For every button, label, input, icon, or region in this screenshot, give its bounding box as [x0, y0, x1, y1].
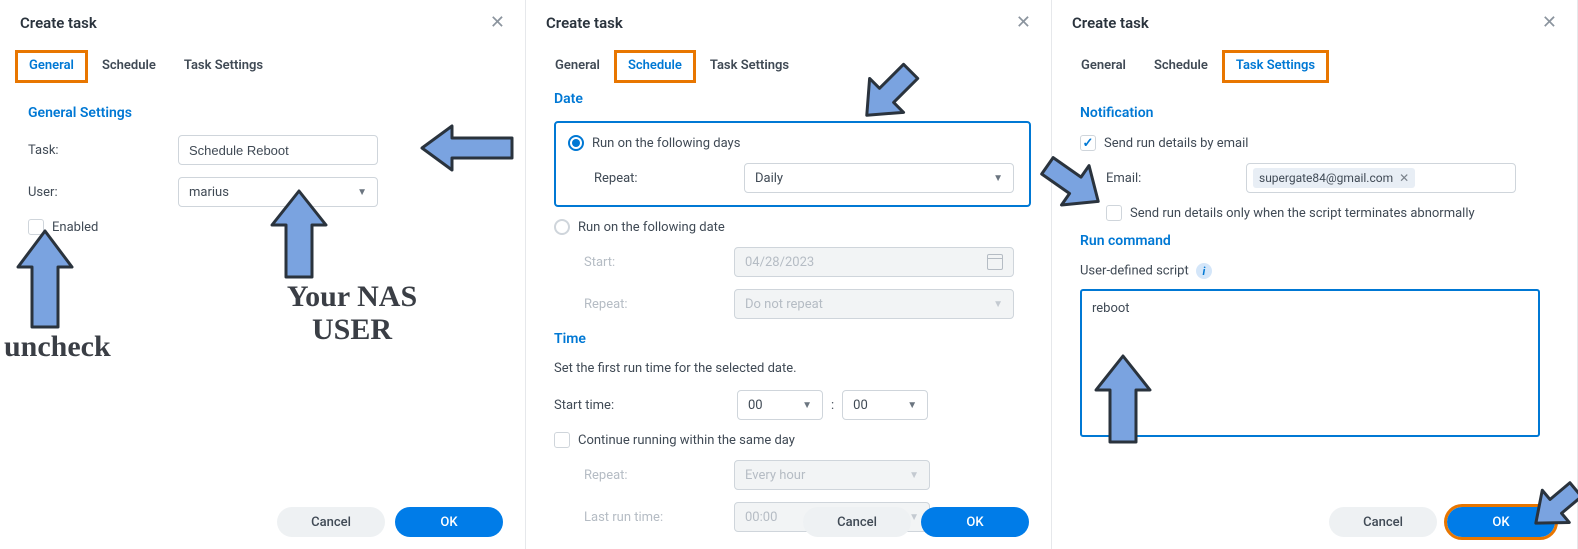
- remove-tag-icon[interactable]: ✕: [1399, 171, 1409, 185]
- close-icon[interactable]: ✕: [490, 14, 505, 32]
- email-field[interactable]: supergate84@gmail.com ✕: [1246, 163, 1516, 193]
- repeat-label: Repeat:: [594, 171, 734, 186]
- chevron-down-icon: ▼: [357, 187, 367, 198]
- start-date-field: 04/28/2023: [734, 247, 1014, 277]
- start-minute-select[interactable]: 00 ▼: [842, 390, 928, 420]
- time-helper-text: Set the first run time for the selected …: [554, 361, 1031, 376]
- annotation-arrow-up-icon: [10, 225, 80, 335]
- time-colon: :: [831, 398, 834, 413]
- pane-schedule: Create task ✕ General Schedule Task Sett…: [526, 0, 1052, 549]
- repeat-select-disabled: Do not repeat ▼: [734, 289, 1014, 319]
- dialog-title: Create task: [20, 14, 97, 32]
- repeat-select-value: Daily: [755, 171, 783, 186]
- cancel-button[interactable]: Cancel: [803, 507, 911, 537]
- radio-run-following-days[interactable]: [568, 135, 584, 151]
- info-icon[interactable]: i: [1196, 263, 1212, 279]
- calendar-icon: [987, 254, 1003, 270]
- tabs: General Schedule Task Settings: [0, 42, 525, 83]
- close-icon[interactable]: ✕: [1016, 14, 1031, 32]
- tab-task-settings[interactable]: Task Settings: [1222, 50, 1329, 83]
- user-label: User:: [28, 185, 168, 200]
- titlebar: Create task ✕: [0, 0, 525, 42]
- tab-schedule[interactable]: Schedule: [614, 50, 696, 83]
- send-email-checkbox[interactable]: [1080, 135, 1096, 151]
- chevron-down-icon: ▼: [907, 400, 917, 411]
- section-notification: Notification: [1080, 105, 1557, 121]
- titlebar: Create task ✕: [1052, 0, 1577, 42]
- chevron-down-icon: ▼: [993, 299, 1003, 310]
- cancel-button[interactable]: Cancel: [277, 507, 385, 537]
- user-select[interactable]: marius ▼: [178, 177, 378, 207]
- tab-schedule[interactable]: Schedule: [88, 50, 170, 83]
- repeat-select[interactable]: Daily ▼: [744, 163, 1014, 193]
- chevron-down-icon: ▼: [993, 173, 1003, 184]
- radio-run-following-date-label: Run on the following date: [578, 220, 725, 235]
- tab-general[interactable]: General: [15, 50, 88, 83]
- abnormal-checkbox[interactable]: [1106, 205, 1122, 221]
- annotation-text-nas-user: Your NAS USER: [262, 280, 442, 346]
- start-time-label: Start time:: [554, 398, 729, 413]
- section-date: Date: [554, 91, 1031, 107]
- enabled-label: Enabled: [52, 220, 98, 235]
- tabs: General Schedule Task Settings: [526, 42, 1051, 83]
- date-box-highlighted: Run on the following days Repeat: Daily …: [554, 121, 1031, 207]
- tabs: General Schedule Task Settings: [1052, 42, 1577, 83]
- close-icon[interactable]: ✕: [1542, 14, 1557, 32]
- section-time: Time: [554, 331, 1031, 347]
- email-label: Email:: [1106, 171, 1236, 186]
- send-email-label: Send run details by email: [1104, 136, 1248, 151]
- abnormal-label: Send run details only when the script te…: [1130, 206, 1475, 221]
- tab-general[interactable]: General: [541, 50, 614, 83]
- tab-task-settings[interactable]: Task Settings: [696, 50, 803, 83]
- user-select-value: marius: [189, 185, 229, 200]
- pane-task-settings: Create task ✕ General Schedule Task Sett…: [1052, 0, 1578, 549]
- cancel-button[interactable]: Cancel: [1329, 507, 1437, 537]
- section-run-command: Run command: [1080, 233, 1557, 249]
- start-hour-select[interactable]: 00 ▼: [737, 390, 823, 420]
- start-date-value: 04/28/2023: [745, 255, 814, 270]
- task-field[interactable]: [178, 135, 378, 165]
- enabled-checkbox[interactable]: [28, 219, 44, 235]
- tab-schedule[interactable]: Schedule: [1140, 50, 1222, 83]
- tab-task-settings[interactable]: Task Settings: [170, 50, 277, 83]
- email-tag-value: supergate84@gmail.com: [1259, 171, 1393, 185]
- script-label: User-defined script: [1080, 264, 1189, 279]
- last-run-value: 00:00: [745, 510, 777, 525]
- titlebar: Create task ✕: [526, 0, 1051, 42]
- repeat3-select: Every hour ▼: [734, 460, 930, 490]
- annotation-text-uncheck: uncheck: [4, 330, 111, 363]
- repeat3-label: Repeat:: [584, 468, 724, 483]
- radio-run-following-date[interactable]: [554, 219, 570, 235]
- dialog-title: Create task: [1072, 14, 1149, 32]
- repeat3-value: Every hour: [745, 468, 805, 483]
- pane-general: Create task ✕ General Schedule Task Sett…: [0, 0, 526, 549]
- repeat2-value: Do not repeat: [745, 297, 823, 312]
- chevron-down-icon: ▼: [802, 400, 812, 411]
- task-label: Task:: [28, 143, 168, 158]
- last-run-label: Last run time:: [584, 510, 724, 525]
- section-general-settings: General Settings: [28, 105, 505, 121]
- continue-checkbox[interactable]: [554, 432, 570, 448]
- tab-general[interactable]: General: [1067, 50, 1140, 83]
- continue-label: Continue running within the same day: [578, 433, 795, 448]
- dialog-title: Create task: [546, 14, 623, 32]
- radio-run-following-days-label: Run on the following days: [592, 136, 740, 151]
- start-label: Start:: [584, 255, 724, 270]
- ok-button[interactable]: OK: [921, 507, 1029, 537]
- ok-button[interactable]: OK: [1447, 507, 1555, 537]
- email-tag: supergate84@gmail.com ✕: [1253, 168, 1415, 188]
- repeat-label-disabled: Repeat:: [584, 297, 724, 312]
- chevron-down-icon: ▼: [909, 470, 919, 481]
- start-minute-value: 00: [853, 398, 868, 413]
- ok-button[interactable]: OK: [395, 507, 503, 537]
- script-textarea[interactable]: [1080, 289, 1540, 437]
- start-hour-value: 00: [748, 398, 763, 413]
